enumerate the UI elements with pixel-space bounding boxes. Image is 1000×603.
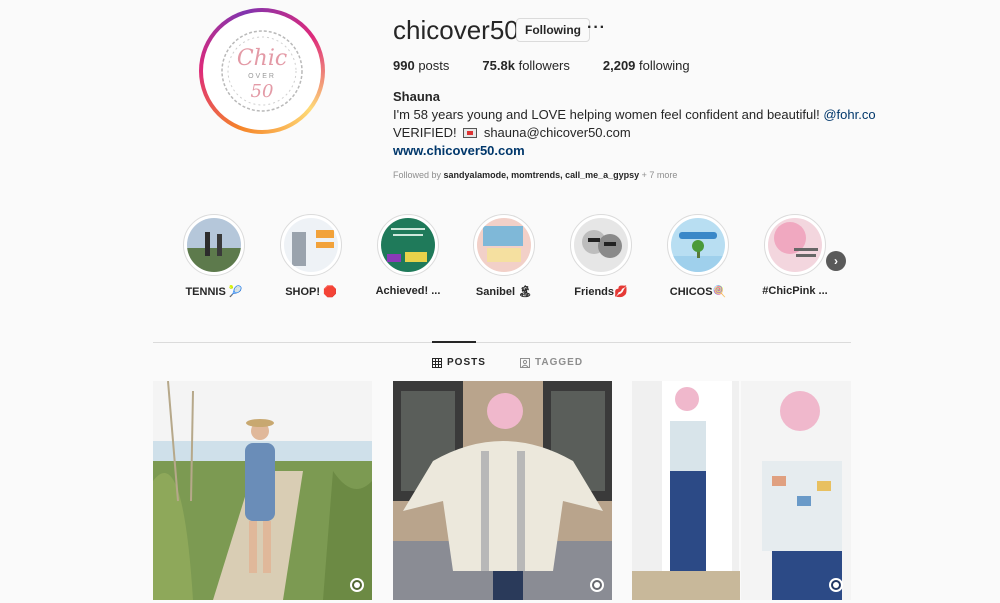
tab-tagged-label: TAGGED bbox=[535, 357, 584, 368]
followed-by[interactable]: Followed by sandyalamode, momtrends, cal… bbox=[393, 170, 677, 180]
highlight-label: #ChicPink ... bbox=[762, 285, 828, 297]
highlight-label: Sanibel 🏝 bbox=[475, 286, 533, 298]
logo-num: 50 bbox=[251, 81, 274, 102]
avatar-logo: Chic OVER 50 bbox=[203, 12, 321, 130]
email-icon bbox=[463, 128, 478, 138]
highlight-ring bbox=[280, 214, 342, 276]
followers-stat[interactable]: 75.8k followers bbox=[482, 58, 569, 73]
highlight-chicos[interactable]: CHICOS🍭 bbox=[653, 214, 743, 298]
highlight-ring bbox=[183, 214, 245, 276]
highlight-label: CHICOS🍭 bbox=[669, 286, 727, 298]
following-count: 2,209 bbox=[602, 58, 636, 73]
post-thumbnail[interactable] bbox=[153, 381, 372, 600]
more-options-icon[interactable]: ··· bbox=[587, 19, 606, 37]
chic-logo-image: Chic OVER 50 bbox=[221, 30, 303, 112]
logo-sub: OVER bbox=[248, 73, 276, 80]
reel-icon bbox=[350, 578, 364, 592]
bio-email: shauna@chicover50.com bbox=[483, 125, 631, 140]
highlight-ring bbox=[473, 214, 535, 276]
website-link[interactable]: www.chicover50.com bbox=[393, 143, 525, 158]
highlight-achieved[interactable]: Achieved! ... bbox=[363, 214, 453, 297]
active-tab-indicator bbox=[432, 341, 476, 343]
highlight-image bbox=[284, 218, 338, 272]
tag-icon bbox=[520, 357, 530, 368]
highlight-label: TENNIS 🎾 bbox=[185, 286, 243, 298]
highlight-ring bbox=[667, 214, 729, 276]
post-thumbnail[interactable] bbox=[632, 381, 851, 600]
following-stat[interactable]: 2,209 following bbox=[603, 58, 690, 73]
post-thumbnail[interactable] bbox=[393, 381, 612, 600]
reel-icon bbox=[829, 578, 843, 592]
reel-icon bbox=[590, 578, 604, 592]
highlight-image bbox=[671, 218, 725, 272]
tab-tagged[interactable]: TAGGED bbox=[520, 357, 583, 368]
story-highlights: TENNIS 🎾 SHOP! 🛑 Achieved! ... Sanibel 🏝… bbox=[0, 214, 1000, 304]
followed-by-names: sandyalamode, momtrends, call_me_a_gypsy bbox=[443, 170, 640, 180]
bio-mention-link[interactable]: @fohr.co bbox=[823, 107, 875, 122]
post-image-jeans bbox=[632, 381, 851, 600]
highlight-image bbox=[477, 218, 531, 272]
highlight-ring bbox=[764, 214, 826, 276]
profile-stats: 990 posts 75.8k followers 2,209 followin… bbox=[393, 58, 723, 73]
highlight-friends[interactable]: Friends💋 bbox=[556, 214, 646, 298]
posts-count: 990 bbox=[393, 58, 415, 73]
followers-label: followers bbox=[518, 58, 570, 73]
profile-full-name: Shauna bbox=[393, 89, 440, 104]
following-button[interactable]: Following bbox=[516, 18, 590, 42]
highlight-ring bbox=[377, 214, 439, 276]
followers-count: 75.8k bbox=[482, 58, 515, 73]
highlight-shop[interactable]: SHOP! 🛑 bbox=[266, 214, 356, 298]
tab-posts-label: POSTS bbox=[447, 357, 486, 368]
highlight-image bbox=[574, 218, 628, 272]
highlight-image bbox=[187, 218, 241, 272]
profile-username: chicover50 bbox=[393, 15, 519, 45]
highlight-ring bbox=[570, 214, 632, 276]
highlight-label: Achieved! ... bbox=[375, 285, 441, 297]
bio-line-1: I'm 58 years young and LOVE helping wome… bbox=[393, 107, 876, 122]
posts-label: posts bbox=[418, 58, 450, 73]
tabs-divider bbox=[153, 342, 851, 343]
profile-avatar[interactable]: Chic OVER 50 bbox=[199, 8, 325, 134]
followed-by-suffix: + 7 more bbox=[641, 170, 678, 180]
highlight-tennis[interactable]: TENNIS 🎾 bbox=[169, 214, 259, 298]
tab-posts[interactable]: POSTS bbox=[432, 357, 486, 368]
bio-text: I'm 58 years young and LOVE helping wome… bbox=[393, 107, 820, 122]
logo-text: Chic bbox=[237, 46, 287, 71]
post-image-sweater bbox=[393, 381, 612, 600]
followed-by-prefix: Followed by bbox=[393, 170, 442, 180]
post-image-beach bbox=[153, 381, 372, 600]
highlight-image bbox=[768, 218, 822, 272]
bio-line-2: VERIFIED! shauna@chicover50.com bbox=[393, 125, 631, 140]
highlight-label: Friends💋 bbox=[574, 286, 628, 298]
highlight-label: SHOP! 🛑 bbox=[285, 286, 337, 298]
posts-stat: 990 posts bbox=[393, 58, 449, 73]
grid-icon bbox=[432, 357, 442, 368]
highlight-sanibel[interactable]: Sanibel 🏝 bbox=[459, 214, 549, 298]
highlight-image bbox=[381, 218, 435, 272]
verified-text: VERIFIED! bbox=[393, 125, 457, 140]
following-label: following bbox=[639, 58, 690, 73]
highlights-next-arrow-icon[interactable]: › bbox=[826, 251, 846, 271]
